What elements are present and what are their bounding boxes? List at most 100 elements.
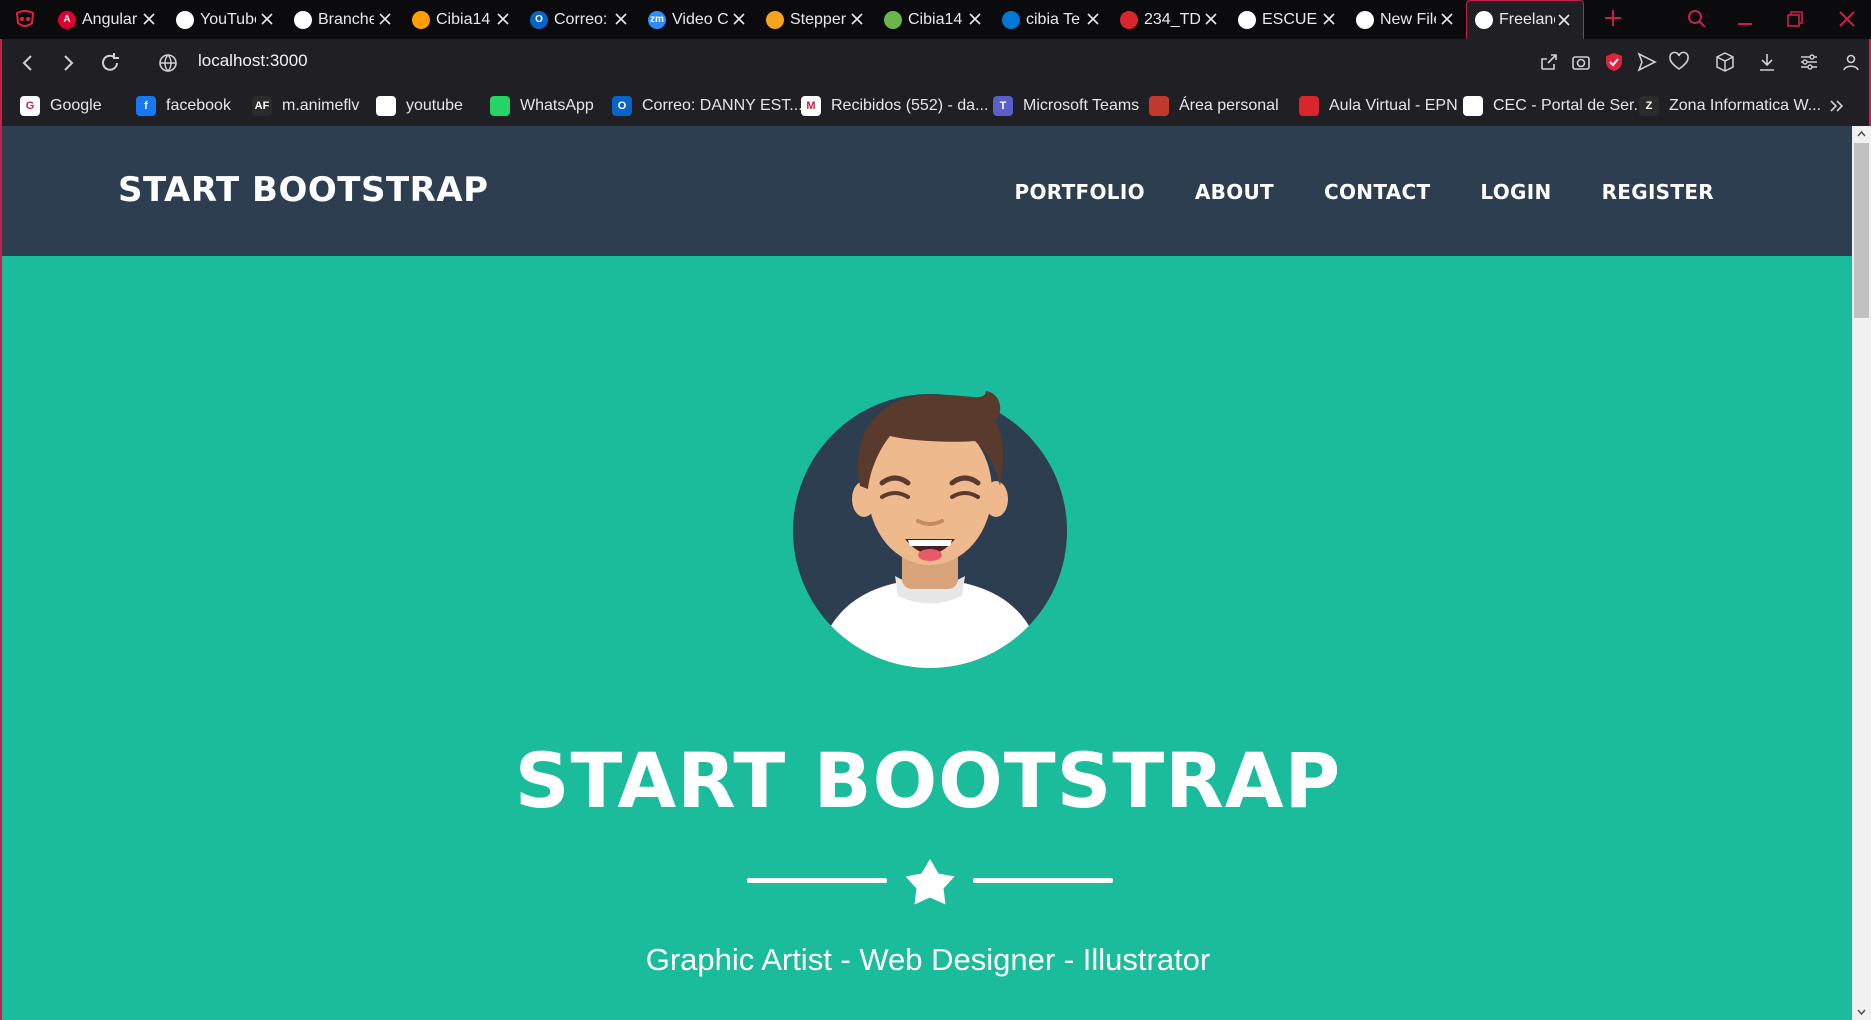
bookmark-item[interactable]: CEC - Portal de Ser... bbox=[1463, 94, 1647, 118]
scrollbar-thumb[interactable] bbox=[1854, 143, 1869, 318]
tab[interactable]: ESCUEL bbox=[1230, 0, 1348, 39]
bookmark-item[interactable]: O Correo: DANNY EST... bbox=[612, 94, 803, 118]
tab[interactable]: Freelance bbox=[1466, 0, 1584, 39]
bookmark-label: Google bbox=[50, 97, 102, 114]
tab[interactable]: Cibia14 bbox=[876, 0, 994, 39]
close-tab-icon[interactable] bbox=[1438, 10, 1456, 28]
tab-title: 234_TD bbox=[1144, 10, 1200, 28]
bookmark-item[interactable]: T Microsoft Teams bbox=[993, 94, 1139, 118]
url-field[interactable]: localhost:3000 bbox=[198, 51, 308, 71]
bookmark-item[interactable]: G Google bbox=[20, 94, 102, 118]
tab[interactable]: New File bbox=[1348, 0, 1466, 39]
snapshot-icon[interactable] bbox=[1570, 51, 1592, 73]
bookmark-item[interactable]: youtube bbox=[376, 94, 463, 118]
tab[interactable]: A Angular bbox=[50, 0, 168, 39]
nav-link-register[interactable]: REGISTER bbox=[1602, 180, 1714, 204]
tab[interactable]: zm Video C bbox=[640, 0, 758, 39]
vertical-scrollbar[interactable] bbox=[1852, 126, 1871, 1020]
gmail-icon: M bbox=[801, 96, 821, 116]
hero-subtitle: Graphic Artist - Web Designer - Illustra… bbox=[645, 942, 1211, 977]
send-icon[interactable] bbox=[1636, 51, 1658, 73]
restore-icon[interactable] bbox=[1784, 8, 1806, 30]
search-tabs-icon[interactable] bbox=[1686, 8, 1708, 30]
back-icon[interactable] bbox=[16, 51, 40, 75]
close-tab-icon[interactable] bbox=[494, 10, 512, 28]
tab-title: Video C bbox=[672, 10, 728, 28]
bookmark-label: Zona Informatica W... bbox=[1669, 97, 1822, 114]
new-tab-icon[interactable] bbox=[1602, 7, 1624, 29]
site-brand-link[interactable]: START BOOTSTRAP bbox=[118, 170, 489, 210]
hero-title: START BOOTSTRAP bbox=[514, 736, 1342, 825]
close-tab-icon[interactable] bbox=[1555, 11, 1573, 29]
globe-icon bbox=[176, 10, 194, 29]
bookmark-label: Aula Virtual - EPN bbox=[1329, 97, 1458, 114]
scroll-down-icon[interactable] bbox=[1856, 1006, 1867, 1017]
bookmark-item[interactable]: Área personal bbox=[1149, 94, 1279, 118]
nav-link-portfolio[interactable]: PORTFOLIO bbox=[1015, 180, 1145, 204]
close-tab-icon[interactable] bbox=[1202, 10, 1220, 28]
close-tab-icon[interactable] bbox=[612, 10, 630, 28]
tab[interactable]: Branches bbox=[286, 0, 404, 39]
epn-icon bbox=[1120, 10, 1138, 29]
github-icon bbox=[294, 10, 312, 29]
tab[interactable]: Stepper bbox=[758, 0, 876, 39]
bookmark-item[interactable]: Z Zona Informatica W... bbox=[1639, 94, 1821, 118]
close-tab-icon[interactable] bbox=[1320, 10, 1338, 28]
tab[interactable]: 234_TD bbox=[1112, 0, 1230, 39]
outlook-icon: O bbox=[612, 96, 632, 116]
facebook-icon: f bbox=[136, 96, 156, 116]
bookmark-item[interactable]: Aula Virtual - EPN bbox=[1299, 94, 1458, 118]
close-tab-icon[interactable] bbox=[848, 10, 866, 28]
nav-link-contact[interactable]: CONTACT bbox=[1324, 180, 1430, 204]
bookmark-label: CEC - Portal de Ser... bbox=[1493, 97, 1647, 114]
chevron-double-right-icon[interactable] bbox=[1827, 96, 1847, 116]
extensions-cube-icon[interactable] bbox=[1714, 51, 1736, 73]
nav-link-about[interactable]: ABOUT bbox=[1195, 180, 1274, 204]
bookmark-item[interactable]: AF m.animeflv bbox=[252, 94, 359, 118]
easy-setup-icon[interactable] bbox=[1798, 51, 1820, 73]
bookmark-label: facebook bbox=[166, 97, 231, 114]
tab-title: Cibia14 bbox=[908, 10, 963, 28]
tab[interactable]: cibia Te bbox=[994, 0, 1112, 39]
tab[interactable]: O Correo: bbox=[522, 0, 640, 39]
close-tab-icon[interactable] bbox=[140, 10, 158, 28]
forward-icon[interactable] bbox=[56, 51, 80, 75]
tab-title: Correo: bbox=[554, 10, 608, 28]
browser-window: A Angular YouTube Branches Cibia14 O Correo: zm… bbox=[0, 0, 1871, 1020]
angular-icon: A bbox=[58, 10, 76, 29]
tab[interactable]: YouTube bbox=[168, 0, 286, 39]
firebase-icon bbox=[412, 10, 430, 29]
scroll-up-icon[interactable] bbox=[1856, 129, 1867, 140]
bookmark-item[interactable]: M Recibidos (552) - da... bbox=[801, 94, 988, 118]
share-icon[interactable] bbox=[1538, 51, 1560, 73]
tab-title: ESCUEL bbox=[1262, 10, 1318, 28]
close-tab-icon[interactable] bbox=[966, 10, 984, 28]
close-tab-icon[interactable] bbox=[258, 10, 276, 28]
close-tab-icon[interactable] bbox=[376, 10, 394, 28]
adblock-shield-icon[interactable] bbox=[1603, 51, 1625, 73]
close-tab-icon[interactable] bbox=[1084, 10, 1102, 28]
tab[interactable]: Cibia14 bbox=[404, 0, 522, 39]
opera-gx-icon[interactable] bbox=[14, 9, 36, 29]
star-divider bbox=[747, 859, 1113, 905]
bookmark-label: Recibidos (552) - da... bbox=[831, 97, 989, 114]
minimize-icon[interactable] bbox=[1734, 8, 1756, 30]
reload-icon[interactable] bbox=[98, 51, 122, 75]
tab-title: Cibia14 bbox=[436, 10, 491, 28]
tab-list: A Angular YouTube Branches Cibia14 O Correo: zm… bbox=[50, 0, 1584, 39]
site-info-icon[interactable] bbox=[156, 51, 180, 75]
nav-link-login[interactable]: LOGIN bbox=[1480, 180, 1551, 204]
download-icon[interactable] bbox=[1756, 51, 1778, 73]
bookmark-label: Microsoft Teams bbox=[1023, 97, 1140, 114]
profile-icon[interactable] bbox=[1840, 51, 1862, 73]
outlook-icon: O bbox=[530, 10, 548, 29]
close-tab-icon[interactable] bbox=[730, 10, 748, 28]
close-window-icon[interactable] bbox=[1836, 8, 1858, 30]
tab-title: Freelance bbox=[1499, 11, 1555, 28]
bookmark-item[interactable]: WhatsApp bbox=[490, 94, 594, 118]
heart-icon[interactable] bbox=[1668, 51, 1690, 73]
moodle-icon bbox=[1149, 96, 1169, 116]
page-viewport: START BOOTSTRAP PORTFOLIO ABOUT CONTACT LOG… bbox=[0, 126, 1871, 1020]
bookmark-item[interactable]: f facebook bbox=[136, 94, 231, 118]
animeflv-icon: AF bbox=[252, 96, 272, 116]
